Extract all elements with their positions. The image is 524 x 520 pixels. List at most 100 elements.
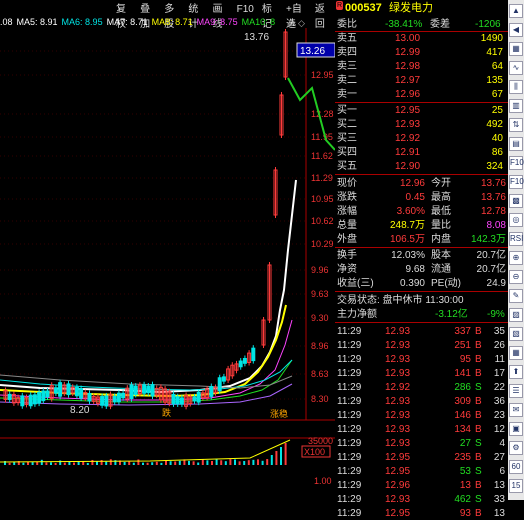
tick-price: 12.93	[385, 354, 411, 365]
volume-bar	[174, 461, 177, 465]
chart-line-icon[interactable]: ∿	[509, 61, 523, 75]
volume-unit-label: X100	[304, 447, 325, 457]
y-axis-label: 10.62	[311, 216, 334, 226]
weicha-label: 委差	[430, 19, 450, 30]
stat-value: 106.5万	[389, 234, 425, 245]
tick-count: 23	[493, 410, 505, 421]
up-icon[interactable]: ⬆	[509, 365, 523, 379]
pin-icon[interactable]: ▲	[509, 4, 523, 18]
volume-bar	[128, 461, 131, 465]
bid-volume: 40	[491, 133, 503, 144]
stock-name: 绿发电力	[389, 2, 433, 14]
f10-icon[interactable]: F10	[509, 156, 524, 170]
tick-price: 12.95	[385, 508, 411, 519]
toolbar-item-1[interactable]: 叠加	[136, 2, 160, 30]
candle-body	[175, 396, 180, 405]
tick-row: 11:29 12.93 251 B 26	[335, 339, 508, 352]
candle-body	[171, 393, 176, 405]
candle-body	[37, 391, 42, 404]
kline-chart[interactable]: 13.26 12.95 12.28 11.95 11.62 11.29 10.95 10.62…	[0, 0, 335, 500]
ask-label: 卖一	[337, 89, 357, 100]
tick-price: 12.93	[385, 424, 411, 435]
stat-label: 涨跌	[337, 192, 357, 203]
event-marker[interactable]: 涨稳	[270, 408, 288, 419]
stat-value: 24.9	[486, 278, 506, 289]
zoom-in-icon[interactable]: ⊕	[509, 251, 523, 265]
tick-volume: 27	[459, 438, 471, 449]
cal-icon[interactable]: ▣	[509, 422, 523, 436]
globe-icon[interactable]: ◎	[509, 213, 523, 227]
candle-body	[66, 383, 71, 396]
toolbar-item-7[interactable]: +自选	[282, 2, 311, 30]
60-icon[interactable]: 60	[509, 460, 523, 474]
bar-icon[interactable]: ▥	[509, 99, 523, 113]
tick-volume: 141	[454, 368, 471, 379]
stat-value: 8.08	[486, 220, 506, 231]
f10b-icon[interactable]: F10	[509, 175, 524, 189]
bid-price: 12.92	[395, 133, 421, 144]
toolbar-item-2[interactable]: 多股	[160, 2, 184, 30]
back-icon[interactable]: ◀	[509, 23, 523, 37]
net-flow-pct: -9%	[487, 309, 505, 320]
candle-body	[129, 384, 134, 400]
tick-count: 13	[493, 508, 505, 519]
table-icon[interactable]: ▤	[509, 137, 523, 151]
candle-body	[251, 347, 256, 362]
tick-time: 11:29	[337, 466, 362, 477]
candle-body	[217, 377, 222, 392]
gear-icon[interactable]: ⚙	[509, 441, 523, 455]
list-icon[interactable]: ☰	[509, 384, 523, 398]
toolbar-item-5[interactable]: F10	[233, 2, 258, 17]
volume-bar	[123, 461, 126, 465]
y-axis-label: 8.30	[311, 394, 329, 404]
tick-count: 36	[493, 396, 505, 407]
ask-price: 12.99	[395, 47, 421, 58]
toolbar-item-0[interactable]: 复权	[112, 2, 136, 30]
toolbar-item-3[interactable]: 统计	[184, 2, 208, 30]
chart4-icon[interactable]: ▦	[509, 346, 523, 360]
event-marker[interactable]: 跌	[162, 408, 171, 418]
flow-icon[interactable]: ⇅	[509, 118, 523, 132]
tick-volume: 53	[459, 466, 471, 477]
tick-price: 12.96	[385, 480, 411, 491]
stat-label: 净资	[337, 264, 357, 275]
candle-body	[104, 395, 109, 407]
rsi-icon[interactable]: RSI	[509, 232, 523, 246]
y-axis-label: 11.29	[311, 173, 333, 183]
tick-price: 12.93	[385, 396, 411, 407]
volume-bar	[188, 460, 190, 465]
15-icon[interactable]: 15	[509, 479, 523, 493]
tick-side: S	[475, 382, 482, 393]
volume-bar	[63, 462, 66, 465]
ma-legend-item: .08	[0, 17, 13, 27]
tick-side: B	[475, 410, 482, 421]
candle-body	[196, 391, 201, 403]
volume-bar	[137, 459, 140, 465]
volume-bar	[22, 462, 25, 465]
chart2-icon[interactable]: ▨	[509, 308, 523, 322]
news-icon[interactable]: ✉	[509, 403, 523, 417]
toolbar-item-8[interactable]: 返回	[311, 2, 335, 30]
tick-side: B	[475, 326, 482, 337]
toolbar-item-6[interactable]: 标记	[258, 2, 282, 30]
bid-price: 12.95	[395, 105, 421, 116]
tick-time: 11:29	[337, 326, 362, 337]
chart3-icon[interactable]: ▧	[509, 327, 523, 341]
stat-value: 20.7亿	[476, 250, 506, 261]
tick-side: B	[475, 368, 482, 379]
bid-label: 买二	[337, 119, 357, 130]
tick-side: B	[475, 452, 482, 463]
candle-body	[7, 393, 12, 401]
tool-icon[interactable]: ✎	[509, 289, 523, 303]
candle-body	[142, 384, 147, 394]
candle-body	[87, 392, 92, 402]
kline-chart-area[interactable]: 13.26 12.95 12.28 11.95 11.62 11.29 10.95 10.62…	[0, 0, 335, 500]
volume-bar	[252, 459, 255, 465]
tick-row: 11:29 12.95 93 B 13	[335, 507, 508, 520]
heat-icon[interactable]: ▩	[509, 194, 523, 208]
candle-icon[interactable]: ⫼	[509, 80, 523, 94]
zoom-out-icon[interactable]: ⊖	[509, 270, 523, 284]
grid-icon[interactable]: ▦	[509, 42, 523, 56]
toolbar-item-4[interactable]: 画线	[209, 2, 233, 30]
candle-body	[150, 384, 155, 397]
